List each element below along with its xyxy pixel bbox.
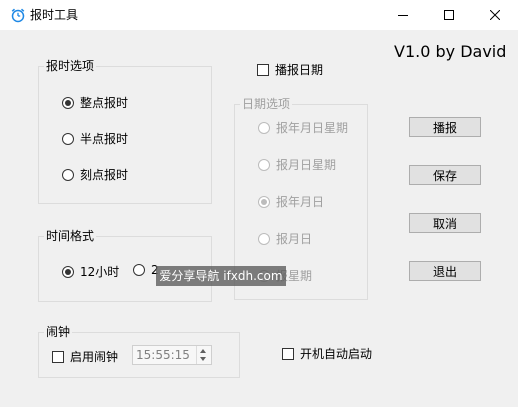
spin-down-icon[interactable] xyxy=(200,357,206,361)
radio-indicator[interactable] xyxy=(62,168,74,181)
radio-hourly[interactable]: 整点报时 xyxy=(62,94,128,111)
version-label: V1.0 by David xyxy=(394,42,507,61)
radio-date-ymd[interactable]: 报年月日 xyxy=(258,193,324,210)
radio-24-hour[interactable]: 2 xyxy=(133,263,159,277)
radio-date-md[interactable]: 报月日 xyxy=(258,230,312,247)
radio-label: 报月日 xyxy=(276,232,313,246)
radio-label: 12小时 xyxy=(80,265,120,279)
alarm-time-value: 15:55:15 xyxy=(136,348,190,362)
enable-alarm-checkbox[interactable]: 启用闹钟 xyxy=(52,348,118,365)
watermark-overlay: 爱分享导航 ifxdh.com xyxy=(156,266,286,286)
cancel-button[interactable]: 取消 xyxy=(409,213,481,233)
radio-indicator[interactable] xyxy=(258,195,270,208)
close-icon xyxy=(490,10,500,20)
alarm-label: 闹钟 xyxy=(44,325,73,339)
radio-indicator[interactable] xyxy=(258,158,270,171)
checkbox-box[interactable] xyxy=(52,350,64,363)
radio-indicator[interactable] xyxy=(133,264,145,276)
radio-date-mdw[interactable]: 报月日星期 xyxy=(258,156,336,173)
radio-indicator[interactable] xyxy=(62,132,74,145)
alarm-time-input[interactable]: 15:55:15 xyxy=(132,345,212,365)
minimize-button[interactable] xyxy=(380,0,426,30)
play-button[interactable]: 播报 xyxy=(409,117,481,137)
checkbox-box[interactable] xyxy=(257,63,269,76)
radio-label: 报月日星期 xyxy=(276,158,337,172)
radio-half-hour[interactable]: 半点报时 xyxy=(62,130,128,147)
radio-label: 报年月日 xyxy=(276,195,325,209)
checkbox-label: 开机自动启动 xyxy=(300,347,373,361)
radio-indicator[interactable] xyxy=(258,232,270,245)
date-options-label: 日期选项 xyxy=(240,97,293,111)
radio-label: 半点报时 xyxy=(80,132,129,146)
save-button[interactable]: 保存 xyxy=(409,165,481,185)
radio-label: 报年月日星期 xyxy=(276,121,349,135)
checkbox-box[interactable] xyxy=(282,347,294,360)
report-options-label: 报时选项 xyxy=(44,59,97,73)
radio-date-ymdw[interactable]: 报年月日星期 xyxy=(258,119,348,136)
autostart-checkbox[interactable]: 开机自动启动 xyxy=(282,345,372,362)
checkbox-label: 启用闹钟 xyxy=(70,350,119,364)
window-title: 报时工具 xyxy=(30,8,79,22)
radio-quarter[interactable]: 刻点报时 xyxy=(62,166,128,183)
maximize-icon xyxy=(444,10,454,20)
checkbox-label: 播报日期 xyxy=(275,63,324,77)
radio-label: 整点报时 xyxy=(80,96,129,110)
radio-label: 刻点报时 xyxy=(80,168,129,182)
radio-12-hour[interactable]: 12小时 xyxy=(62,263,119,280)
time-format-label: 时间格式 xyxy=(44,229,97,243)
maximize-button[interactable] xyxy=(426,0,472,30)
alarm-clock-icon xyxy=(10,7,26,23)
time-spinner[interactable] xyxy=(196,346,211,364)
radio-indicator[interactable] xyxy=(62,265,74,278)
minimize-icon xyxy=(398,15,408,16)
announce-date-checkbox[interactable]: 播报日期 xyxy=(257,61,323,78)
radio-indicator[interactable] xyxy=(62,96,74,109)
exit-button[interactable]: 退出 xyxy=(409,261,481,281)
close-button[interactable] xyxy=(472,0,518,30)
radio-indicator[interactable] xyxy=(258,121,270,134)
spin-up-icon[interactable] xyxy=(200,349,206,353)
